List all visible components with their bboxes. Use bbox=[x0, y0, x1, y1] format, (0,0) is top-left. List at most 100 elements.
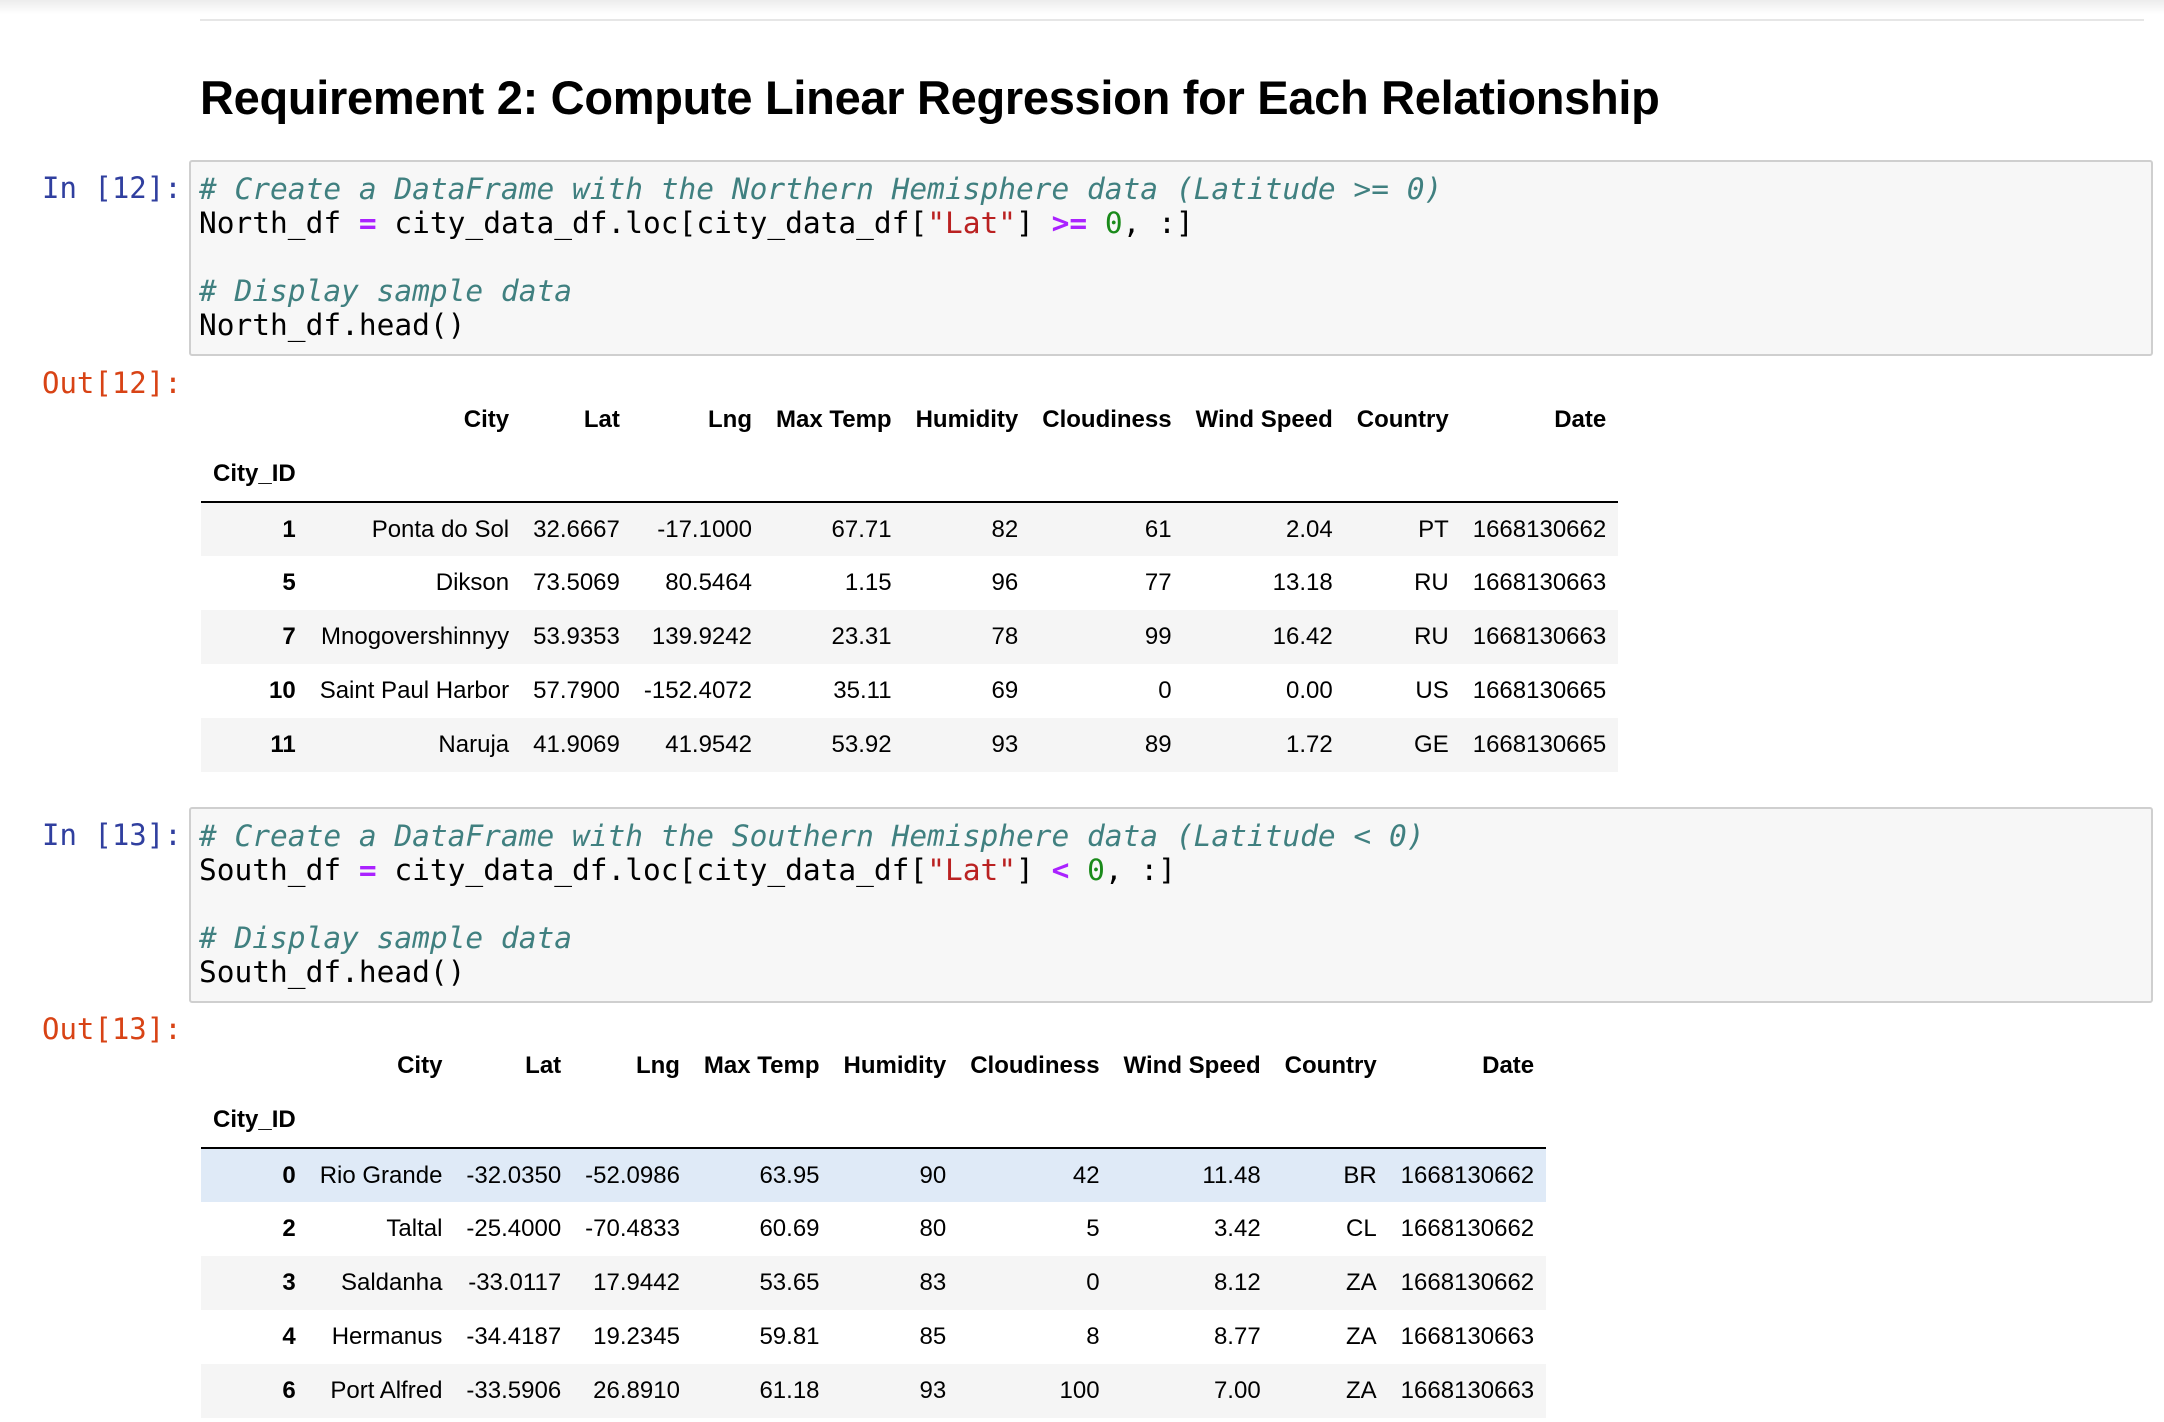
cell-date: 1668130662 bbox=[1400, 1161, 1535, 1189]
cell-max-temp: 35.11 bbox=[833, 677, 892, 704]
section-heading: Requirement 2: Compute Linear Regression… bbox=[200, 71, 1660, 124]
cell-lng: -70.4833 bbox=[585, 1215, 680, 1242]
cell-lat: -25.4000 bbox=[466, 1215, 562, 1242]
cell-country: ZA bbox=[1346, 1323, 1377, 1350]
cell-humidity: 93 bbox=[991, 731, 1019, 758]
column-header: Date bbox=[1554, 406, 1607, 433]
cell-lng: 139.9242 bbox=[651, 623, 752, 650]
output-prompt: Out[12]: bbox=[42, 366, 182, 400]
cell-country: CL bbox=[1345, 1215, 1377, 1242]
cell-cloudiness: 89 bbox=[1144, 731, 1172, 758]
code-comment: # Display sample data bbox=[199, 921, 572, 955]
cell-country: US bbox=[1415, 677, 1449, 704]
cell-city: Mnogovershinnyy bbox=[321, 623, 510, 650]
cell-city: Saint Paul Harbor bbox=[319, 677, 510, 704]
cell-date: 1668130663 bbox=[1472, 623, 1607, 650]
cell-lat: 73.5069 bbox=[533, 569, 620, 596]
column-header: Cloudiness bbox=[1042, 406, 1172, 433]
code-line-call: North_df.head() bbox=[199, 308, 466, 342]
cell-city: Taltal bbox=[386, 1215, 443, 1242]
cell-max-temp: 23.31 bbox=[831, 623, 892, 650]
cell-lat: 57.7900 bbox=[533, 677, 620, 704]
table-row: 2 Taltal -25.4000 -70.4833 60.69 80 5 3.… bbox=[201, 1202, 1546, 1256]
table-row: 0 Rio Grande -32.0350 -52.0986 63.95 90 … bbox=[201, 1148, 1547, 1202]
cell-wind-speed: 3.42 bbox=[1213, 1215, 1261, 1242]
table-row: 5 Dikson 73.5069 80.5464 1.15 96 77 13.1… bbox=[201, 556, 1618, 610]
cell-max-temp: 67.71 bbox=[831, 515, 892, 543]
column-header: City bbox=[397, 1052, 443, 1079]
table-row: 11 Naruja 41.9069 41.9542 53.92 93 89 1.… bbox=[201, 718, 1619, 772]
cell-country: ZA bbox=[1346, 1269, 1377, 1296]
dataframe-table-south: City Lat Lng Max Temp Humidity Cloudines… bbox=[201, 1039, 1547, 1418]
cell-lng: -17.1000 bbox=[657, 515, 752, 543]
cell-city: Port Alfred bbox=[330, 1377, 443, 1404]
cell-max-temp: 53.65 bbox=[759, 1269, 820, 1296]
code-cell-south[interactable]: # Create a DataFrame with the Southern H… bbox=[189, 807, 2153, 1003]
cell-lng: 80.5464 bbox=[665, 569, 752, 596]
cell-lng: 17.9442 bbox=[593, 1269, 680, 1296]
window-top-shadow bbox=[0, 0, 2164, 14]
column-header: Date bbox=[1482, 1052, 1535, 1079]
cell-cloudiness: 77 bbox=[1144, 569, 1172, 596]
cell-date: 1668130665 bbox=[1472, 677, 1607, 704]
index-name-row: City_ID bbox=[201, 447, 1619, 502]
row-index: 2 bbox=[282, 1215, 296, 1242]
code-cell-north[interactable]: # Create a DataFrame with the Northern H… bbox=[189, 160, 2153, 356]
row-index: 0 bbox=[282, 1161, 296, 1189]
cell-wind-speed: 8.77 bbox=[1213, 1323, 1261, 1350]
cell-lat: 32.6667 bbox=[533, 515, 620, 543]
index-name-row: City_ID bbox=[201, 1093, 1547, 1148]
cell-lat: -33.0117 bbox=[468, 1269, 562, 1296]
column-header: Lat bbox=[525, 1052, 562, 1079]
cell-country: BR bbox=[1343, 1161, 1377, 1189]
cell-city: Dikson bbox=[435, 569, 510, 596]
cell-city: Naruja bbox=[438, 731, 510, 758]
table-row: 1 Ponta do Sol 32.6667 -17.1000 67.71 82… bbox=[201, 502, 1619, 556]
cell-humidity: 90 bbox=[919, 1161, 947, 1189]
cell-max-temp: 63.95 bbox=[759, 1161, 820, 1189]
cell-city: Ponta do Sol bbox=[371, 515, 510, 543]
cell-wind-speed: 0.00 bbox=[1286, 677, 1333, 704]
table-row: 10 Saint Paul Harbor 57.7900 -152.4072 3… bbox=[201, 664, 1618, 718]
column-header: Lng bbox=[708, 406, 752, 433]
cell-wind-speed: 2.04 bbox=[1286, 515, 1333, 543]
code-line-call: South_df.head() bbox=[199, 955, 466, 989]
cell-lat: 41.9069 bbox=[533, 731, 620, 758]
table-header-row: City Lat Lng Max Temp Humidity Cloudines… bbox=[201, 1039, 1546, 1093]
cell-lat: -32.0350 bbox=[466, 1161, 562, 1189]
row-index: 6 bbox=[282, 1377, 296, 1404]
dataframe-table-north: City Lat Lng Max Temp Humidity Cloudines… bbox=[201, 393, 1619, 772]
cell-country: GE bbox=[1414, 731, 1449, 758]
cell-cloudiness: 61 bbox=[1144, 515, 1172, 543]
column-header bbox=[201, 393, 308, 447]
cell-humidity: 78 bbox=[991, 623, 1019, 650]
cell-humidity: 96 bbox=[991, 569, 1019, 596]
column-header: City bbox=[463, 406, 510, 433]
code-comment: # Create a DataFrame with the Northern H… bbox=[199, 172, 1443, 206]
cell-lat: -34.4187 bbox=[466, 1323, 562, 1350]
input-prompt: In [13]: bbox=[42, 818, 182, 852]
column-header: Humidity bbox=[843, 1052, 947, 1079]
cell-cloudiness: 42 bbox=[1072, 1161, 1100, 1189]
cell-cloudiness: 100 bbox=[1059, 1377, 1100, 1404]
cell-lng: 26.8910 bbox=[593, 1377, 680, 1404]
cell-date: 1668130662 bbox=[1472, 515, 1607, 543]
cell-max-temp: 59.81 bbox=[759, 1323, 820, 1350]
column-header bbox=[201, 1039, 308, 1093]
column-header: Wind Speed bbox=[1195, 406, 1333, 433]
column-header: Humidity bbox=[915, 406, 1019, 433]
cell-lng: -52.0986 bbox=[585, 1161, 680, 1189]
cell-humidity: 82 bbox=[991, 515, 1019, 543]
cell-wind-speed: 8.12 bbox=[1213, 1269, 1261, 1296]
table-row: 6 Port Alfred -33.5906 26.8910 61.18 93 … bbox=[201, 1364, 1547, 1418]
cell-humidity: 83 bbox=[919, 1269, 947, 1296]
cell-country: PT bbox=[1418, 515, 1449, 543]
cell-wind-speed: 16.42 bbox=[1272, 623, 1333, 650]
column-header: Wind Speed bbox=[1123, 1052, 1261, 1079]
code-comment: # Display sample data bbox=[199, 274, 572, 308]
cell-city: Rio Grande bbox=[319, 1161, 443, 1189]
index-name: City_ID bbox=[213, 460, 296, 487]
cell-lng: -152.4072 bbox=[643, 677, 752, 704]
cell-cloudiness: 8 bbox=[1086, 1323, 1100, 1350]
cell-date: 1668130663 bbox=[1400, 1377, 1535, 1404]
